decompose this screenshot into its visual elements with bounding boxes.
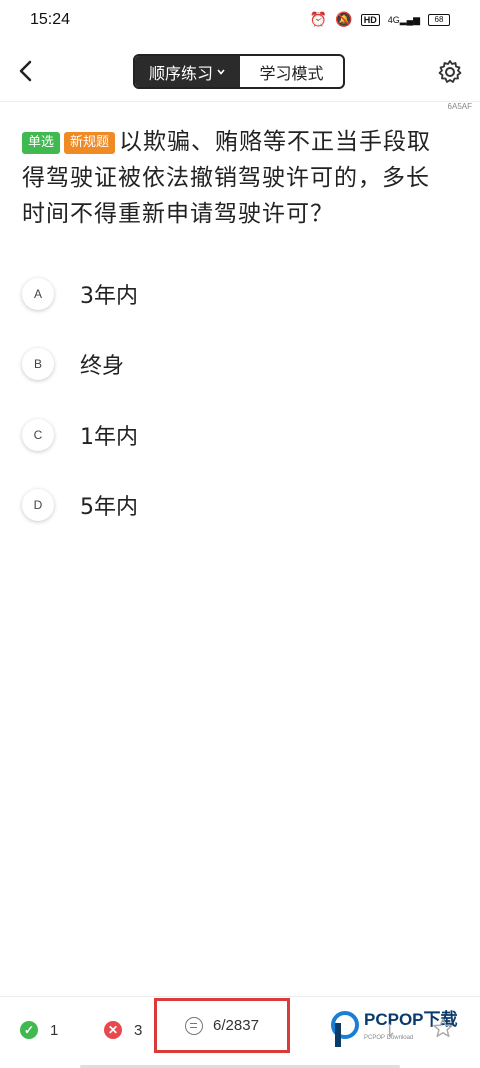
watermark-logo-icon bbox=[331, 1011, 359, 1047]
option-b-letter: B bbox=[22, 348, 54, 380]
option-a-letter: A bbox=[22, 278, 54, 310]
option-c[interactable]: C 1年内 bbox=[22, 415, 422, 455]
question-code: 6A5AF bbox=[447, 102, 472, 111]
wrong-stat[interactable]: ✕ 3 bbox=[104, 1021, 142, 1039]
option-d-letter: D bbox=[22, 489, 54, 521]
option-c-text: 1年内 bbox=[80, 425, 138, 450]
progress-counter[interactable]: 6/2837 bbox=[154, 998, 290, 1053]
nav-bar: 顺序练习 学习模式 bbox=[0, 42, 480, 102]
mode-tab-sequential-label: 顺序练习 bbox=[148, 63, 213, 83]
option-b[interactable]: B 终身 bbox=[22, 344, 422, 384]
status-bar: 15:24 ⏰ 🔕 HD 4G▂▄▆ 68 bbox=[0, 0, 480, 40]
correct-stat[interactable]: ✓ 1 bbox=[20, 1021, 58, 1039]
tag-new-rule: 新规题 bbox=[64, 132, 116, 154]
alarm-icon: ⏰ bbox=[309, 12, 328, 28]
correct-count: 1 bbox=[50, 1021, 59, 1039]
tag-single-choice: 单选 bbox=[22, 132, 61, 154]
bottom-bar: ✓ 1 ✕ 3 6/2837 PCPOP下载 PCPOP Download ⇂ bbox=[0, 996, 480, 1068]
chevron-down-icon bbox=[217, 68, 225, 75]
network-type: 4G bbox=[387, 14, 400, 25]
back-arrow-icon[interactable] bbox=[12, 56, 42, 86]
sort-icon[interactable]: ⇂ bbox=[382, 1021, 397, 1042]
status-time: 15:24 bbox=[30, 11, 71, 28]
mute-bell-icon: 🔕 bbox=[335, 12, 353, 28]
option-a-text: 3年内 bbox=[80, 284, 138, 309]
battery-icon: 68 bbox=[428, 14, 450, 26]
progress-text: 6/2837 bbox=[213, 1017, 259, 1034]
option-c-letter: C bbox=[22, 419, 54, 451]
status-icons: ⏰ 🔕 HD 4G▂▄▆ 68 bbox=[310, 12, 450, 28]
cross-icon: ✕ bbox=[104, 1021, 122, 1039]
option-d-text: 5年内 bbox=[80, 495, 138, 520]
hd-badge: HD bbox=[360, 14, 380, 26]
header-divider bbox=[0, 101, 480, 102]
mode-tab-study-label: 学习模式 bbox=[259, 63, 324, 83]
option-b-text: 终身 bbox=[80, 354, 125, 379]
gear-icon[interactable] bbox=[436, 58, 464, 86]
option-a[interactable]: A 3年内 bbox=[22, 274, 422, 314]
question-block: 单选 新规题 以欺骗、贿赂等不正当手段取得驾驶证被依法撤销驾驶许可的，多长时间不得重… bbox=[22, 124, 452, 232]
signal-icon: 4G▂▄▆ bbox=[387, 14, 420, 25]
option-d[interactable]: D 5年内 bbox=[22, 485, 422, 525]
star-icon[interactable] bbox=[432, 1017, 454, 1039]
question-list-icon bbox=[185, 1016, 204, 1035]
mode-tab-sequential[interactable]: 顺序练习 bbox=[135, 56, 240, 87]
wrong-count: 3 bbox=[134, 1021, 143, 1039]
check-icon: ✓ bbox=[20, 1021, 38, 1039]
mode-tab-study[interactable]: 学习模式 bbox=[240, 56, 343, 87]
mode-switcher: 顺序练习 学习模式 bbox=[133, 54, 345, 89]
